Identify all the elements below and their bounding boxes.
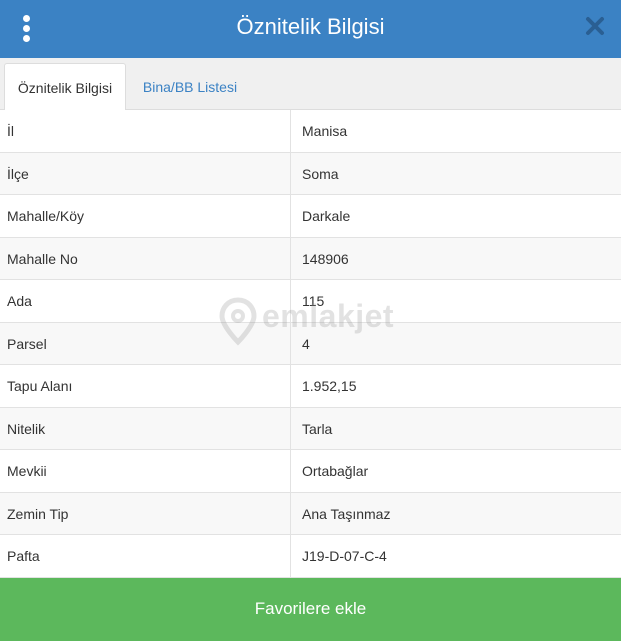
attribute-key: Pafta bbox=[7, 548, 40, 564]
column-divider bbox=[290, 535, 291, 577]
column-divider bbox=[290, 152, 291, 195]
attribute-key: Mevkii bbox=[7, 463, 47, 479]
close-icon bbox=[586, 17, 604, 35]
table-row: Mahalle/Köy Darkale bbox=[0, 195, 621, 238]
column-divider bbox=[290, 280, 291, 322]
modal-header: Öznitelik Bilgisi bbox=[0, 0, 621, 58]
table-row: Mahalle No 148906 bbox=[0, 237, 621, 280]
column-divider bbox=[290, 450, 291, 492]
attribute-value: 115 bbox=[302, 293, 325, 309]
attribute-value: J19-D-07-C-4 bbox=[302, 548, 387, 564]
column-divider bbox=[290, 365, 291, 407]
attribute-value: Tarla bbox=[302, 420, 333, 437]
tab-bina-bb-listesi[interactable]: Bina/BB Listesi bbox=[126, 63, 254, 111]
attribute-table: İl Manisa İlçe Soma Mahalle/Köy Darkale Mahall… bbox=[0, 110, 621, 578]
attribute-value: 4 bbox=[302, 335, 310, 352]
attribute-value: Manisa bbox=[302, 123, 348, 139]
add-to-favorites-button[interactable]: Favorilere ekle bbox=[0, 578, 621, 641]
attribute-key: İlçe bbox=[7, 165, 29, 182]
attribute-value: Soma bbox=[302, 165, 339, 182]
attribute-key: Ada bbox=[7, 293, 32, 309]
table-row: Ada 115 bbox=[0, 280, 621, 323]
attribute-value: Ortabağlar bbox=[302, 463, 369, 479]
tab-oznitelik-bilgisi[interactable]: Öznitelik Bilgisi bbox=[4, 63, 126, 111]
attribute-value: 1.952,15 bbox=[302, 378, 357, 394]
attribute-key: Mahalle/Köy bbox=[7, 208, 85, 224]
table-row: İlçe Soma bbox=[0, 152, 621, 195]
table-row: Mevkii Ortabağlar bbox=[0, 450, 621, 493]
column-divider bbox=[290, 407, 291, 450]
table-row: Tapu Alanı 1.952,15 bbox=[0, 365, 621, 408]
attribute-value: 148906 bbox=[302, 250, 349, 267]
attribute-key: Zemin Tip bbox=[7, 505, 69, 522]
attribute-value: Ana Taşınmaz bbox=[302, 505, 391, 522]
attribute-value: Darkale bbox=[302, 208, 351, 224]
table-row: İl Manisa bbox=[0, 110, 621, 153]
attribute-key: Nitelik bbox=[7, 420, 46, 437]
column-divider bbox=[290, 322, 291, 365]
attribute-key: Parsel bbox=[7, 335, 47, 352]
attribute-key: Mahalle No bbox=[7, 250, 78, 267]
column-divider bbox=[290, 195, 291, 237]
column-divider bbox=[290, 492, 291, 535]
table-row: Nitelik Tarla bbox=[0, 407, 621, 450]
table-row: Parsel 4 bbox=[0, 322, 621, 365]
table-row: Zemin Tip Ana Taşınmaz bbox=[0, 492, 621, 535]
attribute-key: İl bbox=[7, 123, 14, 139]
tab-bar: Öznitelik Bilgisi Bina/BB Listesi bbox=[0, 58, 621, 111]
close-button[interactable] bbox=[584, 15, 606, 37]
column-divider bbox=[290, 110, 291, 152]
column-divider bbox=[290, 237, 291, 280]
modal-title: Öznitelik Bilgisi bbox=[236, 14, 385, 39]
attribute-key: Tapu Alanı bbox=[7, 378, 73, 394]
table-row: Pafta J19-D-07-C-4 bbox=[0, 535, 621, 578]
